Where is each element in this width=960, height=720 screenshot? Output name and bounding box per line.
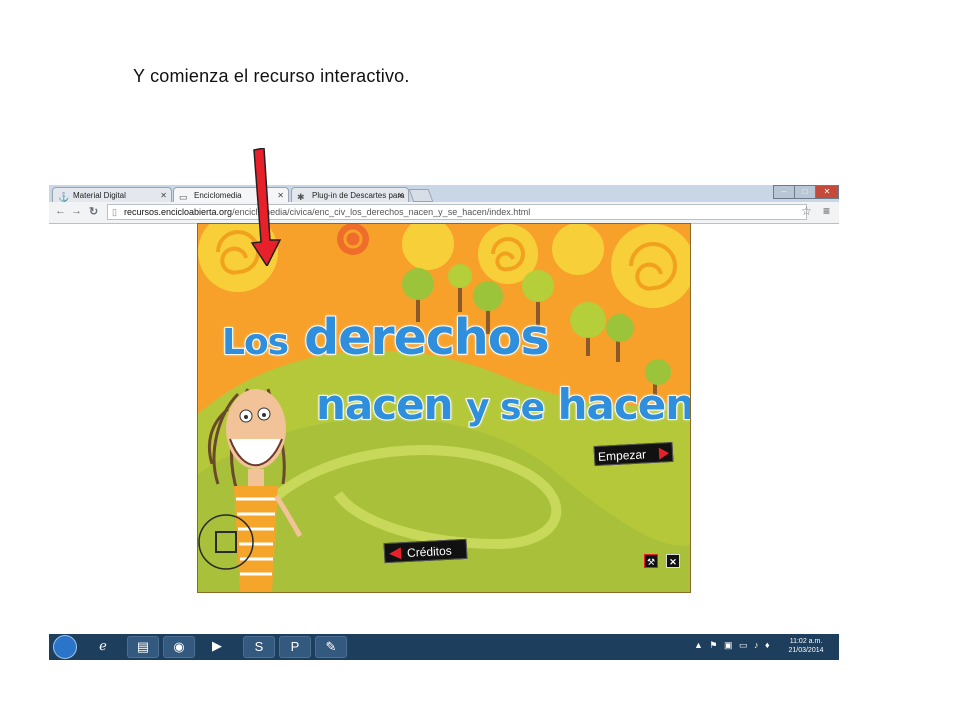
tab-material-digital[interactable]: ⚓ Material Digital ✕ <box>52 187 172 202</box>
tab-label: Enciclomedia <box>194 191 242 200</box>
title-word-derechos: derechos <box>303 308 550 367</box>
skype-icon[interactable]: S <box>243 636 275 658</box>
browser-window: ⚓ Material Digital ✕ ▭ Enciclomedia ✕ ✱ … <box>49 185 839 224</box>
start-button[interactable]: Empezar <box>593 441 674 467</box>
credits-button-label: Créditos <box>406 543 453 560</box>
media-player-icon[interactable]: ▶ <box>201 636 233 658</box>
tab-close-icon[interactable]: ✕ <box>160 188 167 202</box>
system-tray[interactable]: ▲ ⚑ ▣ ▭ ♪ ♦ <box>694 640 772 651</box>
close-window-button[interactable]: ✕ <box>815 185 839 199</box>
arrow-left-icon <box>388 547 402 560</box>
title-word-los: Los <box>221 321 290 364</box>
tools-icon[interactable]: ⚒ <box>644 554 658 568</box>
forward-icon[interactable]: → <box>71 205 82 217</box>
clock[interactable]: 11:02 a.m. 21/03/2014 <box>781 637 831 655</box>
plugin-icon: ✱ <box>297 192 305 202</box>
tab-label: Material Digital <box>73 191 126 200</box>
back-icon[interactable]: ← <box>55 205 66 217</box>
reload-icon[interactable]: ↻ <box>89 205 98 218</box>
tab-plugin-descartes[interactable]: ✱ Plug-in de Descartes para ✕ <box>291 187 409 202</box>
chrome-icon[interactable]: ◉ <box>163 636 195 658</box>
address-bar[interactable]: ▯ recursos.encicloabierta.org/enciclomed… <box>107 204 807 220</box>
close-icon[interactable]: ✕ <box>666 554 680 568</box>
url-domain: recursos.encicloabierta.org <box>124 207 233 217</box>
title-word-nacen: nacen <box>315 379 455 430</box>
title-line-1: Los derechos <box>221 308 551 367</box>
maximize-button[interactable]: □ <box>794 185 816 199</box>
tab-close-icon[interactable]: ✕ <box>397 188 404 202</box>
clock-time: 11:02 a.m. <box>789 638 823 645</box>
interactive-resource: Los derechos nacen y se hacen Empezar Cr… <box>197 223 691 593</box>
title-word-y-se: y se <box>465 386 546 429</box>
bookmark-star-icon[interactable]: ☆ <box>801 204 812 218</box>
powerpoint-icon[interactable]: P <box>279 636 311 658</box>
menu-icon[interactable]: ≡ <box>823 204 830 218</box>
red-pointer-arrow-icon <box>250 148 282 266</box>
page-icon: ▭ <box>179 192 188 202</box>
slide-caption: Y comienza el recurso interactivo. <box>133 66 410 86</box>
title-line-2: nacen y se hacen <box>315 379 691 430</box>
arrow-right-icon <box>658 447 670 460</box>
paint-icon[interactable]: ✎ <box>315 636 347 658</box>
title-word-hacen: hacen <box>557 379 691 430</box>
file-explorer-icon[interactable]: ▤ <box>127 636 159 658</box>
anchor-icon: ⚓ <box>58 192 70 202</box>
page-icon: ▯ <box>112 207 117 217</box>
new-tab-button[interactable] <box>408 189 434 202</box>
browser-toolbar: ← → ↻ ▯ recursos.encicloabierta.org/enci… <box>49 202 839 223</box>
start-button-label: Empezar <box>597 447 647 464</box>
tab-strip: ⚓ Material Digital ✕ ▭ Enciclomedia ✕ ✱ … <box>49 185 839 202</box>
minimize-button[interactable]: – <box>773 185 795 199</box>
clock-date: 21/03/2014 <box>788 647 824 654</box>
taskbar: ℯ ▤ ◉ ▶ S P ✎ ▲ ⚑ ▣ ▭ ♪ ♦ 11:02 a.m. 21/… <box>49 634 839 660</box>
internet-explorer-icon[interactable]: ℯ <box>87 636 119 658</box>
start-button[interactable] <box>53 635 77 659</box>
tab-label: Plug-in de Descartes para <box>312 191 405 200</box>
